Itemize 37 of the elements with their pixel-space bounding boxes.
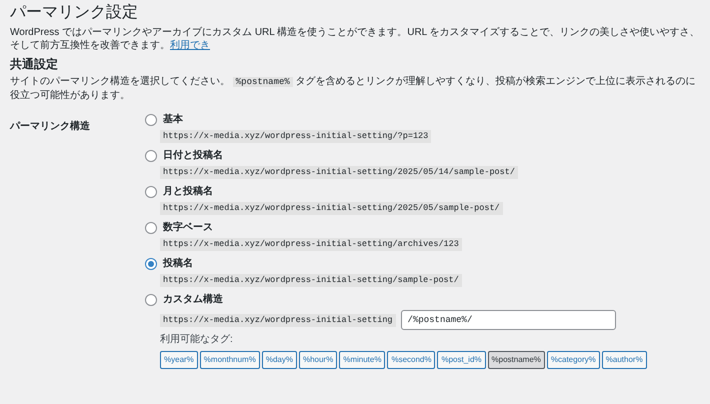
radio-button[interactable] — [145, 258, 157, 270]
page-title: パーマリンク設定 — [10, 3, 138, 23]
custom-structure-input[interactable]: /%postname%/ — [400, 310, 616, 330]
url-example: https://x-media.xyz/wordpress-initial-setting/archives/123 — [160, 238, 462, 251]
option-label: 数字ベース — [163, 221, 213, 235]
option-label: 日付と投稿名 — [163, 149, 223, 163]
section-title: 共通設定 — [10, 56, 58, 72]
tag-button[interactable]: %year% — [160, 351, 198, 369]
option-label: 月と投稿名 — [163, 185, 213, 199]
url-example: https://x-media.xyz/wordpress-initial-setting/sample-post/ — [160, 274, 462, 287]
url-example: https://x-media.xyz/wordpress-initial-setting/2025/05/14/sample-post/ — [160, 166, 518, 179]
tag-button[interactable]: %category% — [546, 351, 600, 369]
description-text: サイトのパーマリンク構造を選択してください。 %postname% タグを含めるとリンクが理解しやすくなり、投稿が検索エンジンで上位に表示されるのに役立つ可能性があります。 — [10, 75, 697, 103]
url-example: https://x-media.xyz/wordpress-initial-setting/?p=123 — [160, 130, 432, 143]
tag-code: %postname% — [232, 77, 293, 87]
tag-button[interactable]: %day% — [262, 351, 297, 369]
option-label: 基本 — [163, 113, 183, 127]
tag-button[interactable]: %postname% — [488, 351, 545, 369]
radio-button[interactable] — [145, 150, 157, 162]
tag-button[interactable]: %monthnum% — [200, 351, 260, 369]
tag-button[interactable]: %hour% — [298, 351, 338, 369]
intro-text: WordPress ではパーマリンクやアーカイブにカスタム URL 構造を使うことができます。URL をカスタマイズすることで、リンクの美しさや使いやすさ、そして前方互換性を改善できます。利用でき — [10, 26, 701, 52]
tag-button[interactable]: %post_id% — [437, 351, 486, 369]
url-example: https://x-media.xyz/wordpress-initial-setting/2025/05/sample-post/ — [160, 202, 503, 215]
option-label: カスタム構造 — [163, 293, 223, 307]
tag-button[interactable]: %minute% — [339, 351, 386, 369]
radio-button[interactable] — [145, 114, 157, 126]
option-label: 投稿名 — [163, 257, 193, 271]
url-prefix: https://x-media.xyz/wordpress-initial-setting — [160, 314, 396, 326]
radio-button[interactable] — [145, 294, 157, 306]
tag-button[interactable]: %author% — [602, 351, 647, 369]
radio-button[interactable] — [145, 186, 157, 198]
tags-label: 利用可能なタグ: — [160, 333, 233, 347]
tag-button[interactable]: %second% — [387, 351, 436, 369]
field-label: パーマリンク構造 — [10, 121, 90, 132]
radio-button[interactable] — [145, 222, 157, 234]
help-link[interactable]: 利用でき — [170, 40, 210, 51]
